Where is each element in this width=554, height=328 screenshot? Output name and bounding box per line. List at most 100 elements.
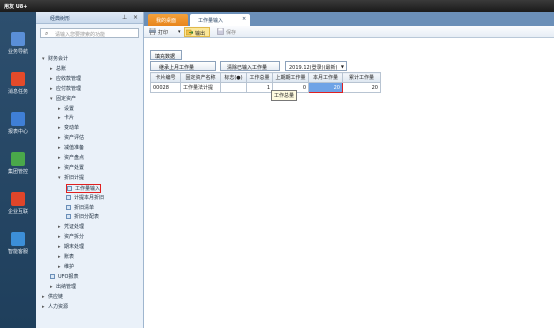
function-icon	[66, 214, 71, 220]
period-select[interactable]: 2019.12(登录)(最新) ▼	[285, 61, 347, 71]
tree-item-label: 人力资源	[48, 303, 69, 310]
tree-item[interactable]: ▸ 人力资源	[42, 303, 68, 312]
tree-item[interactable]: ▸ 应收款管理	[50, 75, 81, 84]
function-icon	[66, 194, 71, 200]
module-label: 智能客服	[7, 249, 28, 255]
table-row[interactable]: 00028 工作量法计提 1 0 20 20	[150, 82, 381, 93]
module-icon	[11, 32, 25, 46]
module-label: 集团管控	[7, 169, 28, 175]
tree-item[interactable]: 计提本月折旧	[66, 194, 104, 203]
module-icon	[11, 192, 25, 206]
tree-item[interactable]: ▸ 卡片	[58, 114, 74, 123]
tree-item-label: 资产评估	[64, 135, 85, 142]
main-content: 填充数据 继承上月工作量 清除已输入工作量 2019.12(登录)(最新) ▼ …	[144, 38, 554, 328]
close-icon[interactable]: ×	[133, 14, 138, 21]
tree-item[interactable]: ▸ 出纳管理	[50, 283, 76, 292]
tree-item[interactable]: ▸ 资产拆分	[58, 233, 84, 242]
tab-home[interactable]: 我的桌面	[148, 14, 188, 26]
tree-item[interactable]: ▸ 设置	[58, 105, 74, 114]
tree-item-label: 计提本月折旧	[74, 194, 105, 201]
clear-workload-button[interactable]: 清除已输入工作量	[220, 61, 280, 71]
search-placeholder: 请输入您要搜索的功能	[55, 32, 106, 38]
tree-item[interactable]: UFO报表	[50, 273, 78, 282]
tree-item[interactable]: ▾ 折旧计提	[58, 174, 84, 183]
cell-card-no[interactable]: 00028	[150, 82, 181, 93]
column-header[interactable]: 卡片编号	[150, 72, 181, 83]
tree-item-label: 折旧分配表	[74, 214, 100, 221]
nav-panel: 经典树形 ⊥ × ⌕ 请输入您要搜索的功能 ▾ 财务会计 ▸ 总账 ▸ 应收款管理 ▸ 应付款…	[36, 12, 144, 328]
tree-item[interactable]: ▸ 应付款管理	[50, 85, 81, 94]
module-item-5[interactable]: 智能客服	[0, 230, 36, 260]
module-item-0[interactable]: 业务导航	[0, 30, 36, 60]
column-header[interactable]: 累计工作量	[342, 72, 381, 83]
tree-item-label: 财务会计	[48, 56, 69, 62]
module-item-3[interactable]: 集团管控	[0, 150, 36, 180]
module-item-2[interactable]: 报表中心	[0, 110, 36, 140]
tree-item[interactable]: ▸ 账表	[58, 253, 74, 262]
cell-total[interactable]: 1	[246, 82, 273, 93]
column-header[interactable]: 上期期工作量	[272, 72, 309, 83]
tree-item[interactable]: ▸ 总账	[50, 65, 66, 74]
tree-item[interactable]: ▾ 固定资产	[50, 95, 76, 104]
tree-item[interactable]: ▸ 凭证处理	[58, 223, 84, 232]
tab-workload-input[interactable]: 工作量输入 ×	[190, 14, 250, 26]
workload-table: 卡片编号 固定资产名称 标志(●) 工作总量 上期期工作量 本月工作量 累计工作量 0002…	[150, 72, 381, 93]
module-sidebar: 业务导航消息任务报表中心集团管控企业互联智能客服	[0, 12, 36, 328]
column-header[interactable]: 本月工作量	[308, 72, 343, 83]
module-item-1[interactable]: 消息任务	[0, 70, 36, 100]
tree-item-label: 折旧清单	[74, 204, 95, 211]
cell-cumulative[interactable]: 20	[342, 82, 381, 93]
module-item-4[interactable]: 企业互联	[0, 190, 36, 220]
tree-item-label: 总账	[56, 65, 67, 72]
tree-item-label: 卡片	[64, 115, 75, 122]
tree-item[interactable]: ▸ 减值准备	[58, 144, 84, 153]
tree-item[interactable]: ▾ 财务会计	[42, 55, 68, 64]
tree-item[interactable]: ▸ 变动单	[58, 124, 79, 133]
column-header[interactable]: 工作总量	[246, 72, 273, 83]
tree-item[interactable]: ▸ 资产处置	[58, 164, 84, 173]
tree-item-label: 资产拆分	[64, 234, 85, 241]
cell-this-month[interactable]: 20	[308, 82, 343, 93]
tree-item-label: 资产处置	[64, 164, 85, 171]
tree-item[interactable]: ▸ 维护	[58, 263, 74, 272]
save-button[interactable]: 保存	[216, 27, 244, 37]
print-label: 打印	[158, 30, 169, 36]
app-title: 用友 U8+	[0, 0, 554, 12]
tab-close-icon[interactable]: ×	[242, 16, 246, 22]
tree-item[interactable]: ▸ 供应链	[42, 293, 63, 302]
tab-label: 工作量输入	[198, 18, 224, 24]
tree-item-label: 供应链	[48, 293, 64, 300]
export-button[interactable]: 输出	[184, 27, 210, 37]
tree-item-label: 凭证处理	[64, 224, 85, 231]
module-label: 消息任务	[7, 89, 28, 95]
tree-item[interactable]: 工作量输入	[66, 183, 102, 193]
module-label: 企业互联	[7, 209, 28, 215]
tree-item[interactable]: 折旧分配表	[66, 213, 99, 222]
cell-flag[interactable]	[220, 82, 247, 93]
search-input[interactable]: ⌕ 请输入您要搜索的功能	[40, 28, 139, 38]
cell-tooltip: 工作总量	[271, 90, 298, 101]
tree-item[interactable]: 折旧清单	[66, 204, 94, 213]
inherit-last-month-button[interactable]: 继承上月工作量	[150, 61, 216, 71]
tab-bar: 我的桌面 工作量输入 ×	[144, 12, 554, 26]
save-icon	[217, 28, 224, 35]
export-label: 输出	[195, 31, 206, 37]
tree-item[interactable]: ▸ 期末处理	[58, 243, 84, 252]
column-header[interactable]: 标志(●)	[220, 72, 247, 83]
module-icon	[11, 152, 25, 166]
cell-name[interactable]: 工作量法计提	[180, 82, 221, 93]
tree-item[interactable]: ▸ 资产评估	[58, 134, 84, 143]
tree-item-label: 期末处理	[64, 244, 85, 251]
function-icon	[67, 185, 72, 191]
column-header[interactable]: 固定资产名称	[180, 72, 221, 83]
fill-data-button[interactable]: 填充数据	[150, 50, 182, 60]
chevron-down-icon: ▼	[340, 64, 344, 69]
tree-item-label: 账表	[64, 254, 75, 260]
tree-item-label: 应收款管理	[56, 75, 82, 82]
export-icon	[186, 29, 193, 36]
pin-icon[interactable]: ⊥	[122, 14, 127, 21]
print-dropdown-icon[interactable]: ▾	[178, 27, 182, 37]
tree-item[interactable]: ▸ 资产盘点	[58, 154, 84, 163]
nav-panel-header: 经典树形 ⊥ ×	[36, 12, 143, 24]
print-button[interactable]: 打印	[148, 27, 176, 37]
